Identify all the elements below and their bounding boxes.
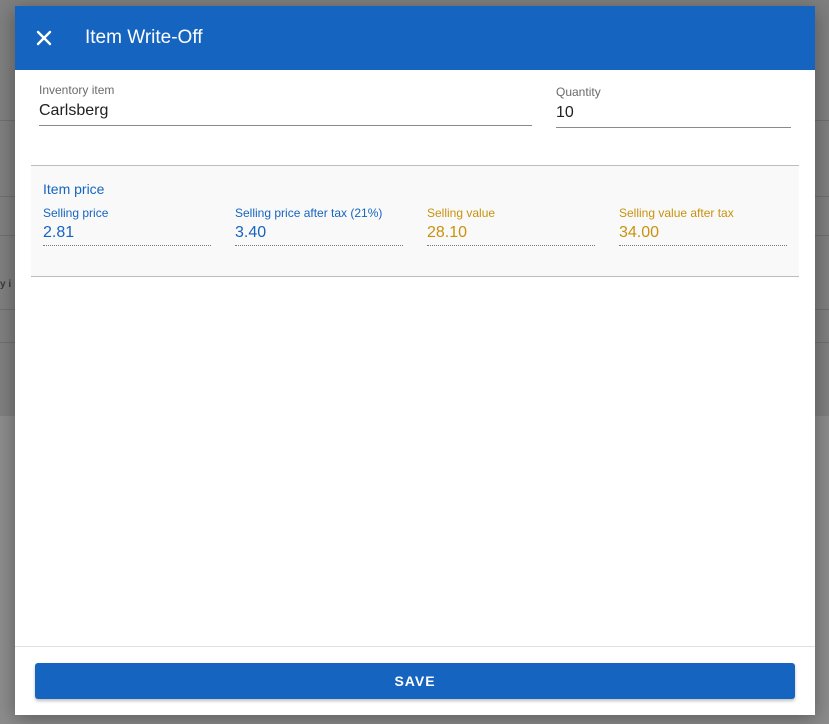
dialog-body: Inventory item Carlsberg Quantity 10 Ite… [15, 70, 815, 646]
dialog-title: Item Write-Off [85, 27, 203, 48]
background-partial-text: y i [0, 279, 12, 290]
selling-value-value: 28.10 [427, 220, 595, 246]
quantity-field[interactable]: Quantity 10 [556, 85, 791, 128]
item-price-section: Item price Selling price 2.81 Selling pr… [31, 165, 799, 277]
item-price-grid: Selling price 2.81 Selling price after t… [43, 206, 811, 246]
inventory-item-field[interactable]: Inventory item Carlsberg [39, 83, 532, 126]
selling-value-field: Selling value 28.10 [427, 206, 595, 246]
selling-value-after-tax-label: Selling value after tax [619, 206, 734, 220]
write-off-dialog: Item Write-Off Inventory item Carlsberg … [15, 6, 815, 715]
selling-value-after-tax-field: Selling value after tax 34.00 [619, 206, 787, 246]
inventory-item-label: Inventory item [39, 83, 115, 97]
close-icon [36, 30, 52, 46]
save-button[interactable]: SAVE [35, 663, 795, 699]
item-price-title: Item price [43, 181, 105, 197]
close-button[interactable] [33, 27, 55, 49]
selling-price-value: 2.81 [43, 220, 211, 246]
selling-price-after-tax-value: 3.40 [235, 220, 403, 246]
selling-price-after-tax-label: Selling price after tax (21%) [235, 206, 383, 220]
selling-value-after-tax-value: 34.00 [619, 220, 787, 246]
selling-value-label: Selling value [427, 206, 496, 220]
quantity-input[interactable]: 10 [556, 99, 791, 128]
inventory-item-input[interactable]: Carlsberg [39, 97, 532, 126]
selling-price-label: Selling price [43, 206, 109, 220]
dialog-footer: SAVE [15, 646, 815, 715]
quantity-label: Quantity [556, 85, 601, 99]
selling-price-after-tax-field: Selling price after tax (21%) 3.40 [235, 206, 403, 246]
dialog-header: Item Write-Off [15, 6, 815, 70]
selling-price-field: Selling price 2.81 [43, 206, 211, 246]
